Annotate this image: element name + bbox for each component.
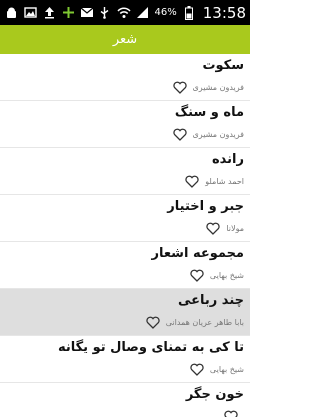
poem-list[interactable]: سکوت فریدون مشیری ماه و سنگ فریدون مشیری…: [0, 54, 250, 417]
add-icon: [61, 6, 75, 20]
status-bar-left: [4, 6, 94, 20]
poem-author: بابا طاهر عریان همدانی: [165, 318, 244, 327]
image-icon: [23, 6, 37, 20]
poem-title: تا کی به تمنای وصال تو یگانه: [57, 340, 244, 355]
poem-item[interactable]: ماه و سنگ فریدون مشیری: [0, 101, 250, 148]
poem-title: مجموعه اشعار: [151, 246, 244, 261]
poem-item[interactable]: خون جگر: [0, 383, 250, 417]
poem-title: چند رباعی: [178, 293, 244, 308]
mail-icon: [80, 6, 94, 20]
poem-meta: [4, 410, 244, 417]
poem-item[interactable]: مجموعه اشعار شیخ بهایی: [0, 242, 250, 289]
heart-icon[interactable]: [190, 363, 204, 376]
poem-meta: شیخ بهایی: [4, 363, 244, 376]
wifi-icon: [116, 6, 131, 20]
heart-icon[interactable]: [146, 316, 160, 329]
poem-title: خون جگر: [185, 387, 244, 402]
poem-item[interactable]: رانده احمد شاملو: [0, 148, 250, 195]
poem-item[interactable]: جبر و اختیار مولانا: [0, 195, 250, 242]
poem-title: رانده: [211, 152, 244, 167]
poem-author: فریدون مشیری: [192, 83, 244, 92]
app-title: شعر: [112, 32, 138, 47]
poem-meta: مولانا: [4, 222, 244, 235]
poem-author: شیخ بهایی: [209, 271, 244, 280]
poem-item[interactable]: سکوت فریدون مشیری: [0, 54, 250, 101]
poem-title: ماه و سنگ: [174, 105, 244, 120]
heart-icon[interactable]: [190, 269, 204, 282]
usb-icon: [98, 6, 112, 20]
battery-percent: 46%: [154, 7, 177, 18]
poem-meta: فریدون مشیری: [4, 81, 244, 94]
status-bar-right: 46% 13:58: [98, 4, 246, 22]
poem-author: شیخ بهایی: [209, 365, 244, 374]
heart-icon[interactable]: [206, 222, 220, 235]
heart-icon[interactable]: [224, 410, 238, 417]
heart-icon[interactable]: [172, 128, 187, 141]
heart-icon[interactable]: [172, 81, 187, 94]
android-icon: [4, 6, 18, 20]
poem-meta: بابا طاهر عریان همدانی: [4, 316, 244, 329]
poem-title: سکوت: [202, 58, 244, 73]
app-bar: شعر: [0, 25, 250, 54]
poem-item[interactable]: تا کی به تمنای وصال تو یگانه شیخ بهایی: [0, 336, 250, 383]
poem-meta: احمد شاملو: [4, 175, 244, 188]
poem-author: فریدون مشیری: [192, 130, 244, 139]
upload-icon: [42, 6, 56, 20]
poem-meta: شیخ بهایی: [4, 269, 244, 282]
battery-icon: [182, 5, 196, 20]
status-bar: 46% 13:58: [0, 0, 250, 25]
poem-meta: فریدون مشیری: [4, 128, 244, 141]
poem-title: جبر و اختیار: [167, 199, 244, 214]
poem-item-selected[interactable]: چند رباعی بابا طاهر عریان همدانی: [0, 289, 250, 336]
heart-icon[interactable]: [185, 175, 199, 188]
signal-icon: [136, 6, 150, 20]
poem-author: احمد شاملو: [205, 177, 244, 186]
clock: 13:58: [202, 3, 246, 22]
poem-author: مولانا: [226, 224, 244, 233]
